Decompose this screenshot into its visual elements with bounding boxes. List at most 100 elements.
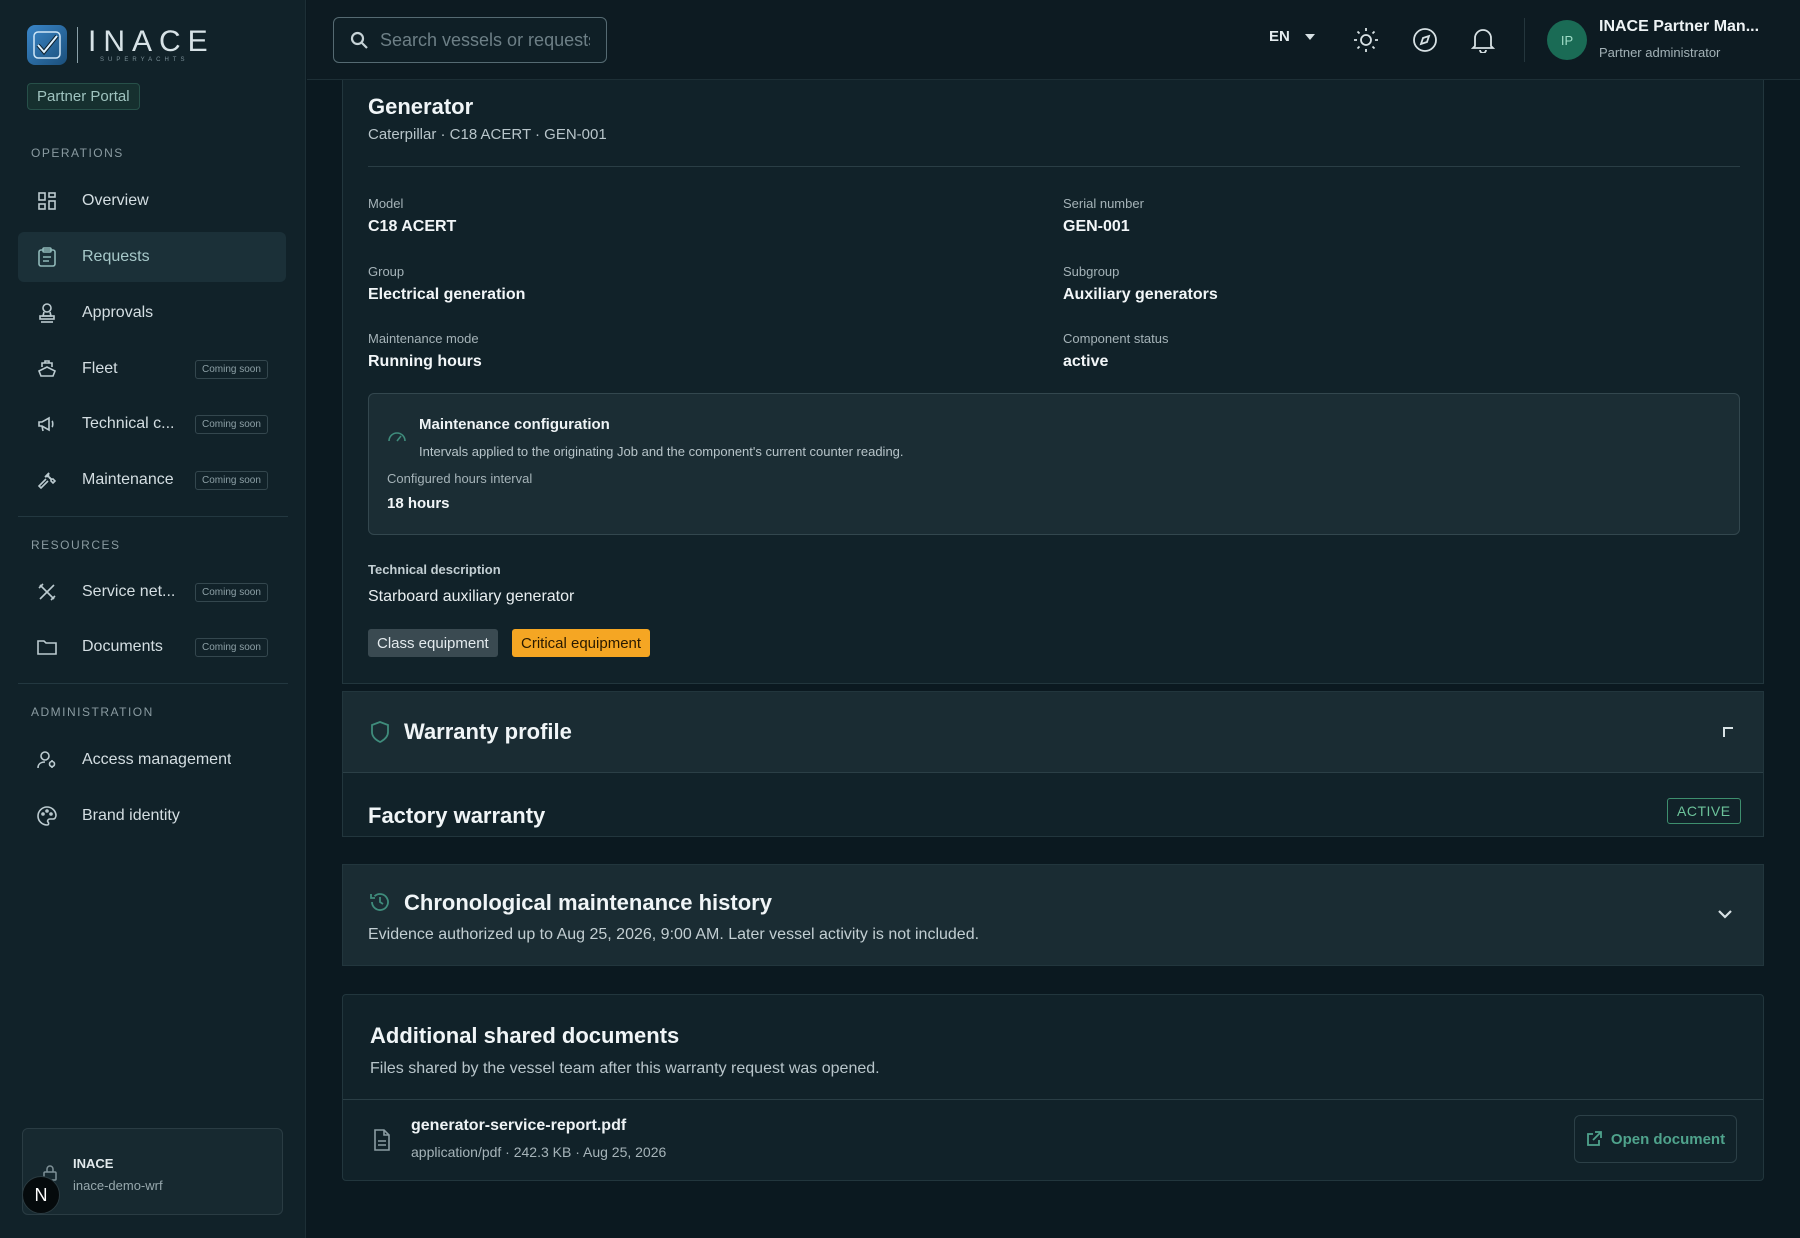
field-model: Model C18 ACERT	[368, 196, 456, 236]
megaphone-icon	[35, 412, 59, 436]
brand-logo[interactable]: INACE SUPERYACHTS	[27, 25, 215, 65]
component-title: Generator	[368, 94, 474, 119]
logo-mark-icon	[27, 25, 67, 65]
tenant-switcher[interactable]: INACE inace-demo-wrf	[22, 1128, 283, 1215]
sidebar-item-fleet[interactable]: Fleet Coming soon	[18, 344, 286, 394]
coming-soon-badge: Coming soon	[195, 637, 268, 657]
class-equipment-tag: Class equipment	[368, 629, 498, 657]
sidebar-item-maintenance[interactable]: Maintenance Coming soon	[18, 455, 286, 505]
coming-soon-badge: Coming soon	[195, 582, 268, 602]
user-avatar[interactable]: IP	[1547, 20, 1587, 60]
grid-icon	[35, 189, 59, 213]
language-selector[interactable]: EN	[1269, 28, 1316, 45]
sidebar-item-overview[interactable]: Overview	[18, 176, 286, 226]
interval-value: 18 hours	[387, 495, 450, 512]
warranty-header[interactable]: Warranty profile	[343, 692, 1763, 773]
tech-desc-label: Technical description	[368, 562, 501, 577]
documents-subtitle: Files shared by the vessel team after th…	[370, 1060, 880, 1077]
ship-icon	[35, 357, 59, 381]
document-name[interactable]: generator-service-report.pdf	[411, 1117, 626, 1135]
dev-avatar[interactable]: N	[22, 1176, 60, 1214]
chevron-down-icon[interactable]	[1717, 909, 1733, 919]
history-icon	[369, 891, 391, 913]
logo-separator	[77, 27, 78, 63]
sidebar-item-label: Access management	[82, 751, 232, 768]
sidebar-item-approvals[interactable]: Approvals	[18, 288, 286, 338]
sidebar-item-label: Fleet	[82, 360, 118, 377]
field-label: Group	[368, 264, 405, 279]
field-label: Model	[368, 196, 404, 211]
open-document-button[interactable]: Open document	[1574, 1115, 1737, 1163]
theme-sun-icon[interactable]	[1352, 26, 1380, 54]
maintenance-config-title: Maintenance configuration	[419, 416, 610, 433]
maintenance-history-card[interactable]: Chronological maintenance history Eviden…	[342, 864, 1764, 966]
collapse-corner-icon[interactable]	[1722, 726, 1734, 738]
palette-icon	[35, 804, 59, 828]
sidebar-item-label: Technical c...	[82, 415, 175, 432]
field-group: Group Electrical generation	[368, 264, 525, 304]
notification-bell-icon[interactable]	[1469, 26, 1497, 54]
user-name[interactable]: INACE Partner Man...	[1599, 18, 1759, 36]
sidebar: INACE SUPERYACHTS Partner Portal OPERATI…	[0, 0, 306, 1238]
section-administration: ADMINISTRATION	[31, 705, 154, 719]
tenant-name: INACE	[73, 1156, 114, 1171]
topbar: EN IP INACE Partner Man... Partner admin…	[307, 0, 1800, 80]
field-component-status: Component status active	[1063, 331, 1169, 371]
field-value: Running hours	[368, 353, 482, 370]
field-maintenance-mode: Maintenance mode Running hours	[368, 331, 482, 371]
sidebar-item-requests[interactable]: Requests	[18, 232, 286, 282]
field-label: Component status	[1063, 331, 1169, 346]
sidebar-item-label: Service net...	[82, 583, 176, 600]
card-divider	[368, 166, 1740, 167]
folder-icon	[35, 635, 59, 659]
warranty-status-badge: ACTIVE	[1667, 798, 1741, 824]
coming-soon-badge: Coming soon	[195, 359, 268, 379]
search-input[interactable]	[380, 29, 590, 51]
sidebar-item-documents[interactable]: Documents Coming soon	[18, 622, 286, 672]
tenant-id: inace-demo-wrf	[73, 1178, 163, 1193]
file-icon	[373, 1129, 391, 1151]
field-value: GEN-001	[1063, 218, 1130, 235]
section-resources: RESOURCES	[31, 538, 121, 552]
component-card: Generator Caterpillar · C18 ACERT · GEN-…	[342, 80, 1764, 684]
coming-soon-badge: Coming soon	[195, 470, 268, 490]
history-title: Chronological maintenance history	[404, 890, 772, 915]
field-serial: Serial number GEN-001	[1063, 196, 1144, 236]
component-subtitle: Caterpillar · C18 ACERT · GEN-001	[368, 126, 607, 143]
user-role: Partner administrator	[1599, 45, 1721, 60]
field-value: Electrical generation	[368, 286, 526, 303]
brand-sub: SUPERYACHTS	[100, 57, 189, 63]
user-key-icon	[35, 748, 59, 772]
warranty-title: Warranty profile	[404, 719, 572, 744]
clipboard-icon	[35, 245, 59, 269]
history-note: Evidence authorized up to Aug 25, 2026, …	[368, 926, 980, 943]
sidebar-item-technical[interactable]: Technical c... Coming soon	[18, 399, 286, 449]
search-box[interactable]	[333, 17, 607, 63]
documents-title: Additional shared documents	[370, 1023, 680, 1048]
warranty-profile-card: Warranty profile Factory warranty ACTIVE	[342, 691, 1764, 837]
brand-name: INACE	[88, 25, 215, 58]
coming-soon-badge: Coming soon	[195, 414, 268, 434]
field-value: C18 ACERT	[368, 218, 457, 235]
sidebar-item-brand-identity[interactable]: Brand identity	[18, 791, 286, 841]
tech-desc-value: Starboard auxiliary generator	[368, 588, 575, 605]
sidebar-item-label: Brand identity	[82, 807, 180, 824]
sidebar-divider	[18, 683, 288, 684]
sidebar-item-service-network[interactable]: Service net... Coming soon	[18, 567, 286, 617]
external-link-icon	[1586, 1131, 1602, 1147]
field-subgroup: Subgroup Auxiliary generators	[1063, 264, 1218, 304]
field-label: Serial number	[1063, 196, 1144, 211]
caret-down-icon	[1304, 33, 1316, 41]
sidebar-item-label: Overview	[82, 192, 149, 209]
factory-warranty-title: Factory warranty	[368, 803, 546, 828]
documents-divider	[343, 1099, 1763, 1100]
sidebar-item-label: Documents	[82, 638, 163, 655]
sidebar-item-access-management[interactable]: Access management	[18, 735, 286, 785]
field-label: Maintenance mode	[368, 331, 479, 346]
sidebar-item-label: Approvals	[82, 304, 154, 321]
shared-documents-card: Additional shared documents Files shared…	[342, 994, 1764, 1181]
compass-icon[interactable]	[1411, 26, 1439, 54]
tools-icon	[35, 580, 59, 604]
wrench-icon	[35, 468, 59, 492]
sidebar-divider	[18, 516, 288, 517]
